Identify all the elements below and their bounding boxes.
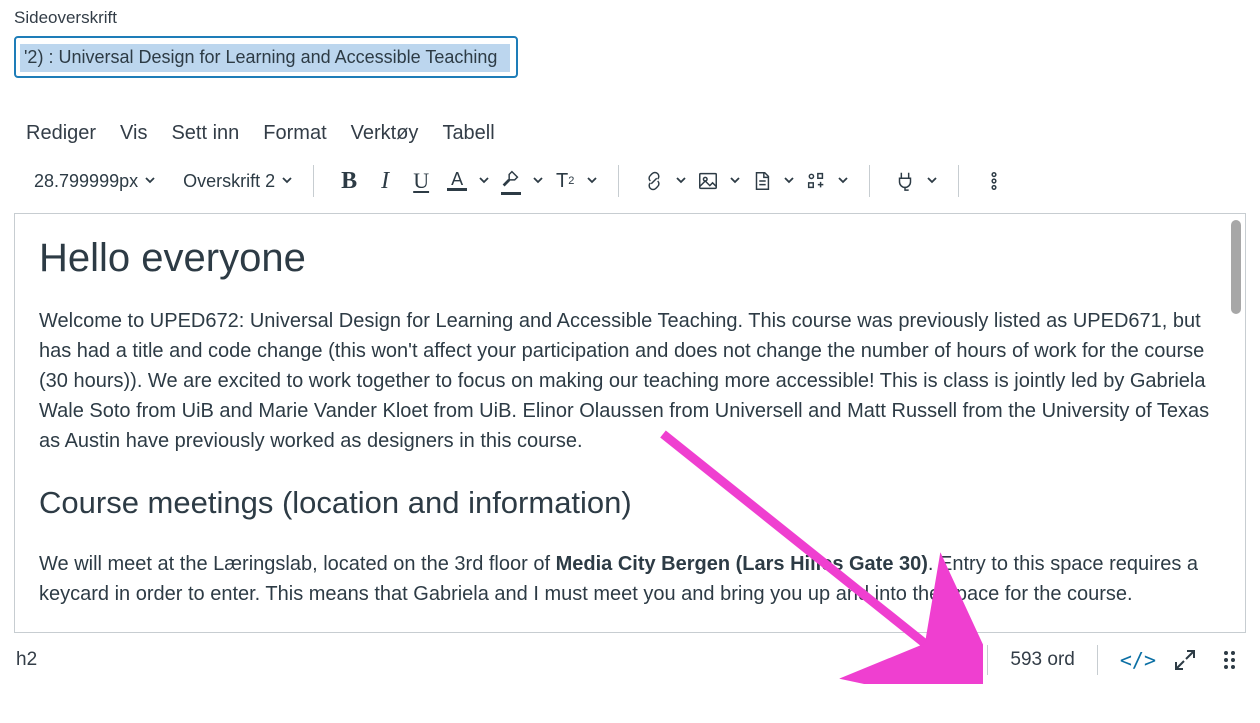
text-color-button[interactable]: A [442,166,472,196]
page-title-input[interactable] [14,36,518,78]
menu-insert[interactable]: Sett inn [171,122,239,145]
chevron-down-icon[interactable] [926,170,938,191]
image-button[interactable] [693,166,723,196]
toolbar-divider [618,165,619,197]
field-label: Sideoverskrift [14,8,1246,28]
superscript-button[interactable]: T2 [550,166,580,196]
chevron-down-icon[interactable] [532,170,544,191]
doc-paragraph-2: We will meet at the Læringslab, located … [39,549,1221,609]
menu-format[interactable]: Format [263,122,326,145]
highlight-color-button[interactable] [496,166,526,196]
chevron-down-icon[interactable] [729,170,741,191]
menu-tools[interactable]: Verktøy [351,122,419,145]
status-divider [987,645,988,675]
apps-button[interactable] [801,166,831,196]
keyboard-icon[interactable] [891,645,921,675]
text-span: We will meet at the Læringslab, located … [39,553,556,575]
chevron-down-icon[interactable] [144,170,156,191]
word-count[interactable]: 593 ord [1010,649,1074,671]
status-divider [1097,645,1098,675]
editor-statusbar: h2 593 ord </> [14,645,1246,675]
document-body[interactable]: Hello everyone Welcome to UPED672: Unive… [15,214,1245,632]
chevron-down-icon[interactable] [281,170,293,191]
editor-menubar: Rediger Vis Sett inn Format Verktøy Tabe… [14,122,1246,145]
accessibility-checker-icon[interactable] [935,645,965,675]
document-button[interactable] [747,166,777,196]
link-button[interactable] [639,166,669,196]
chevron-down-icon[interactable] [478,170,490,191]
paragraph-style-select[interactable]: Overskrift 2 [183,171,275,192]
toolbar-divider [313,165,314,197]
chevron-down-icon[interactable] [783,170,795,191]
toolbar-divider [958,165,959,197]
chevron-down-icon[interactable] [586,170,598,191]
menu-edit[interactable]: Rediger [26,122,96,145]
editor-toolbar: 28.799999px Overskrift 2 B I U A T2 [14,165,1246,197]
menu-table[interactable]: Tabell [442,122,494,145]
chevron-down-icon[interactable] [675,170,687,191]
fontsize-select[interactable]: 28.799999px [34,171,138,192]
bold-button[interactable]: B [334,166,364,196]
doc-heading-2: Course meetings (location and informatio… [39,480,1221,527]
italic-button[interactable]: I [370,166,400,196]
menu-view[interactable]: Vis [120,122,147,145]
bold-span: Media City Bergen (Lars Hilles Gate 30) [556,553,928,575]
more-button[interactable] [979,166,1009,196]
doc-paragraph-1: Welcome to UPED672: Universal Design for… [39,306,1221,456]
resize-handle[interactable] [1214,645,1244,675]
editor-area[interactable]: Hello everyone Welcome to UPED672: Unive… [14,213,1246,633]
html-editor-button[interactable]: </> [1120,648,1156,672]
underline-button[interactable]: U [406,166,436,196]
scrollbar[interactable] [1231,220,1241,628]
fullscreen-button[interactable] [1170,645,1200,675]
chevron-down-icon[interactable] [837,170,849,191]
plugin-button[interactable] [890,166,920,196]
doc-heading-1: Hello everyone [39,228,1221,288]
toolbar-divider [869,165,870,197]
element-path[interactable]: h2 [16,649,37,671]
